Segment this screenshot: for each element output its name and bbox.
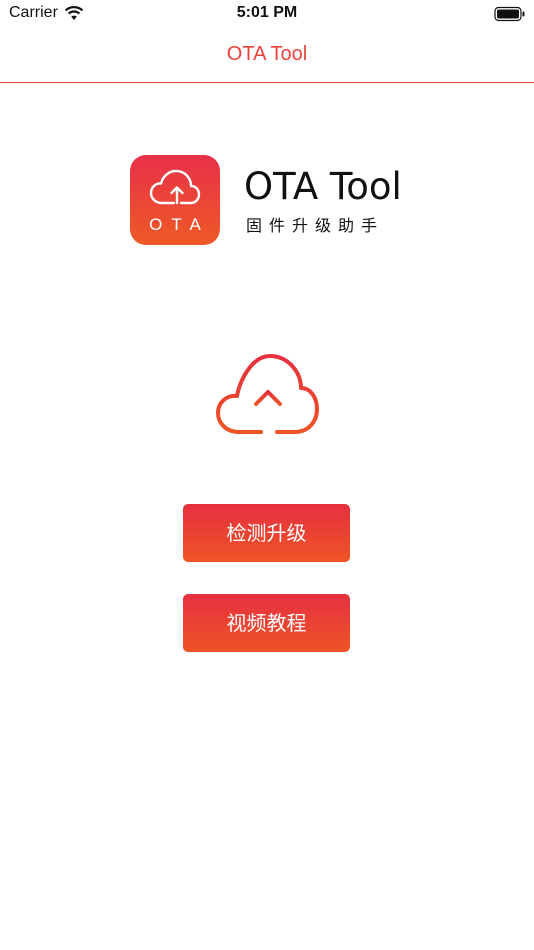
nav-title: OTA Tool [226, 43, 308, 65]
app-icon: OTA [130, 155, 220, 245]
video-tutorial-button[interactable]: 视频教程 [183, 594, 350, 652]
check-update-button[interactable]: 检测升级 [183, 504, 350, 562]
battery-icon [494, 6, 525, 22]
ota-tool-screen: Carrier 5:01 PM OTA Tool OTA OTA Tool 固件… [0, 0, 534, 950]
brand-logo: OTA OTA Tool 固件升级助手 [130, 155, 420, 247]
brand-name: OTA Tool [244, 165, 402, 208]
navigation-bar: OTA Tool [0, 30, 534, 83]
status-bar: Carrier 5:01 PM [0, 0, 534, 30]
cloud-upload-icon [149, 169, 201, 205]
brand-subtitle: 固件升级助手 [246, 216, 385, 235]
app-icon-label: OTA [149, 215, 210, 234]
cloud-upload-icon [216, 354, 319, 434]
status-time: 5:01 PM [236, 4, 298, 21]
